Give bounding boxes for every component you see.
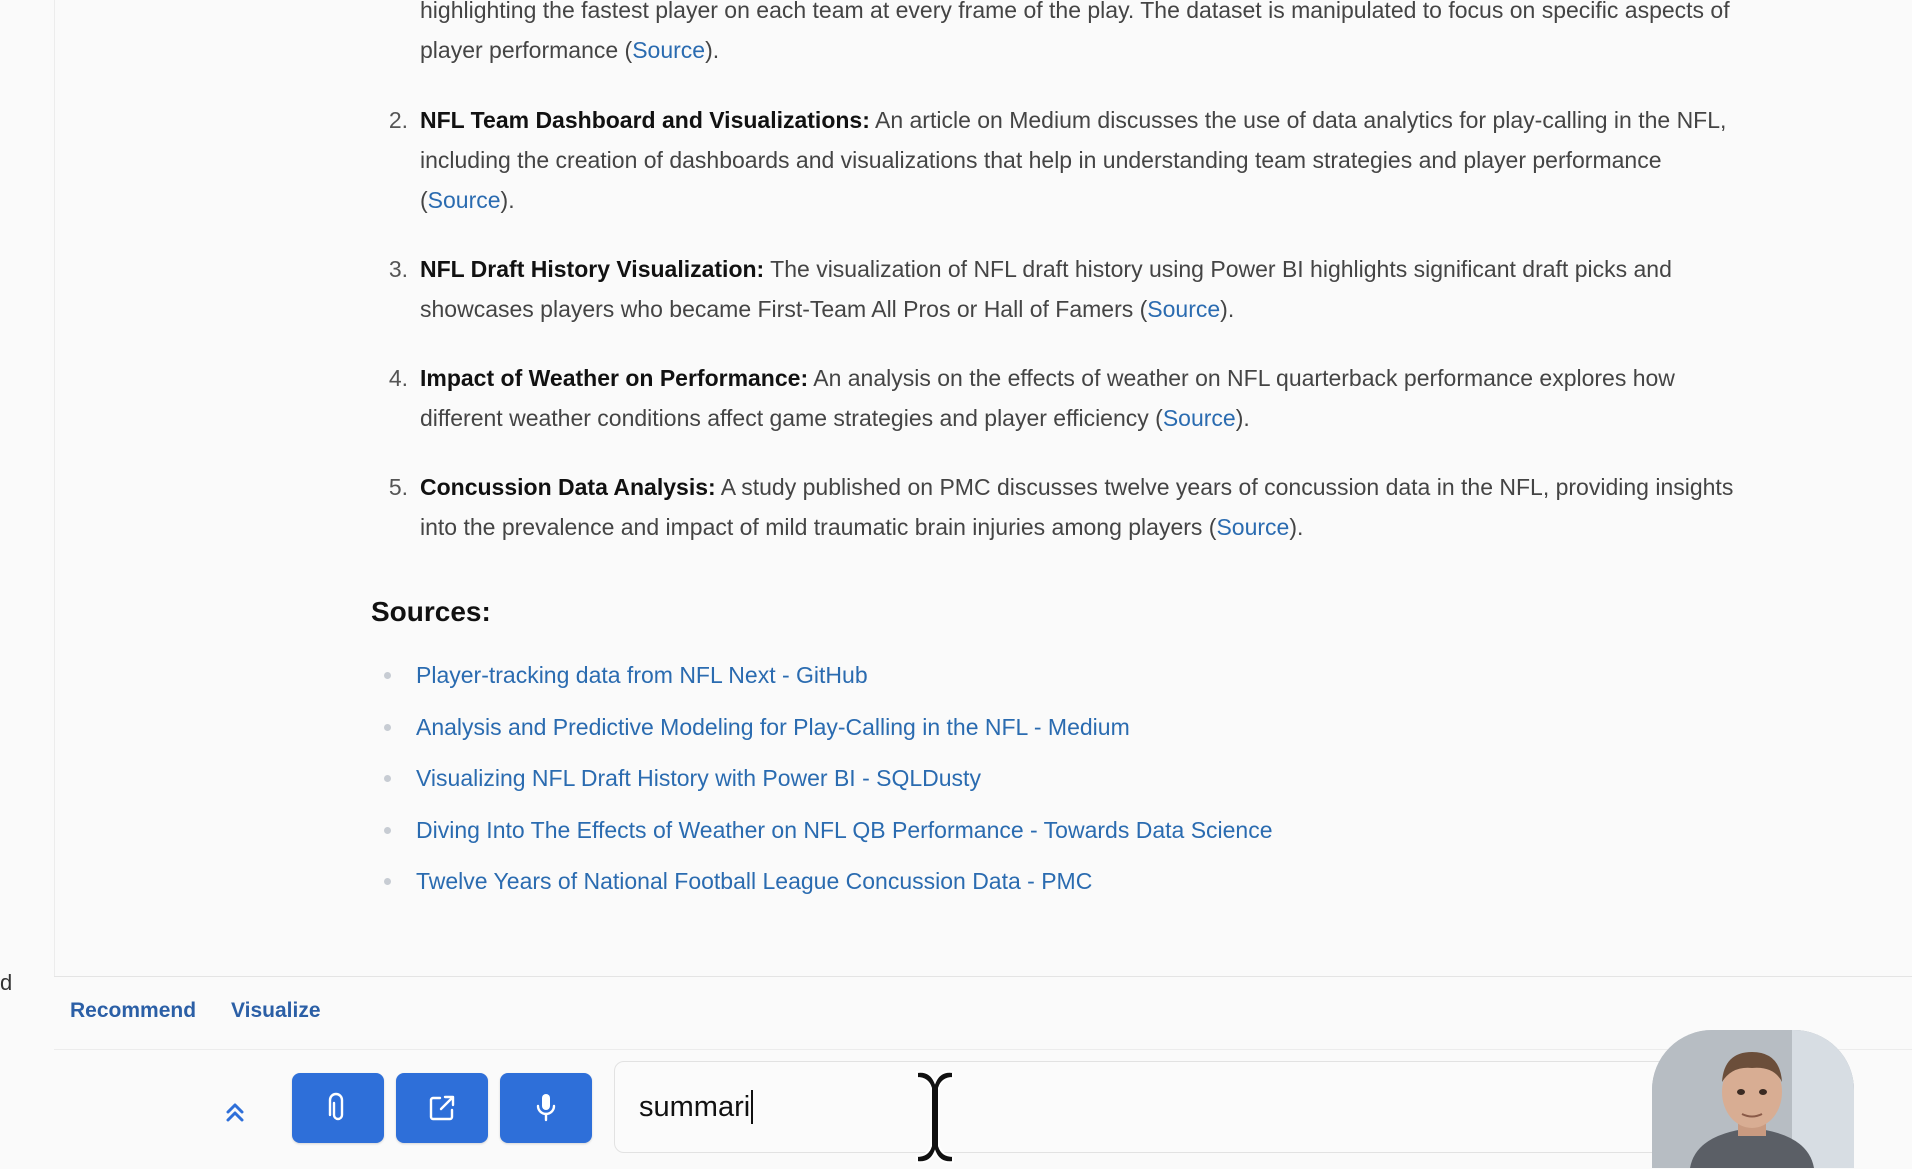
divider (54, 1049, 1912, 1050)
chat-answer: highlighting the fastest player on each … (54, 0, 1912, 976)
voice-input-button[interactable] (500, 1073, 592, 1143)
person-image (1652, 1030, 1854, 1168)
bullet-dot (384, 672, 391, 679)
left-sidebar: d (0, 0, 55, 1168)
list-item-title: NFL Team Dashboard and Visualizations: (420, 107, 870, 133)
source-link[interactable]: Source (632, 37, 705, 63)
tab-visualize[interactable]: Visualize (231, 999, 321, 1023)
bullet-dot (384, 878, 391, 885)
source-link[interactable]: Twelve Years of National Football League… (416, 866, 1092, 896)
chat-input[interactable]: summari (614, 1061, 1694, 1153)
source-link[interactable]: Source (428, 187, 501, 213)
source-link[interactable]: Visualizing NFL Draft History with Power… (416, 763, 981, 793)
source-link[interactable]: Diving Into The Effects of Weather on NF… (416, 815, 1273, 845)
list-item-suffix: ). (1220, 296, 1235, 322)
list-item-title: Concussion Data Analysis: (420, 474, 716, 500)
webcam-overlay (1652, 1030, 1854, 1168)
sources-heading: Sources: (371, 596, 491, 627)
text-caret (751, 1090, 754, 1124)
list-number: 2. (388, 107, 408, 133)
list-item-suffix: ). (705, 37, 720, 63)
list-item-title: Impact of Weather on Performance: (420, 365, 809, 391)
list-item-suffix: ). (1235, 405, 1250, 431)
bullet-dot (384, 827, 391, 834)
list-number: 4. (388, 365, 408, 391)
source-link[interactable]: Source (1216, 514, 1289, 540)
sidebar-partial-text: d (0, 970, 13, 995)
bullet-dot (384, 775, 391, 782)
list-item-suffix: ). (500, 187, 515, 213)
open-external-button[interactable] (396, 1073, 488, 1143)
composer-bar: Recommend Visualize summari (54, 976, 1912, 1169)
list-number: 5. (388, 474, 408, 500)
microphone-icon (536, 1094, 556, 1122)
attach-button[interactable] (292, 1073, 384, 1143)
double-chevron-up-icon[interactable] (220, 1097, 250, 1127)
list-number: 3. (388, 256, 408, 282)
list-item-title: NFL Draft History Visualization: (420, 256, 765, 282)
chat-input-value: summari (639, 1090, 751, 1123)
paperclip-icon (328, 1092, 344, 1121)
source-link[interactable]: Player-tracking data from NFL Next - Git… (416, 660, 868, 690)
list-item-text: highlighting the fastest player on each … (420, 0, 1730, 63)
list-item-suffix: ). (1289, 514, 1304, 540)
source-link[interactable]: Source (1163, 405, 1236, 431)
source-link[interactable]: Analysis and Predictive Modeling for Pla… (416, 712, 1130, 742)
source-link[interactable]: Source (1147, 296, 1220, 322)
tab-recommend[interactable]: Recommend (70, 999, 196, 1023)
bullet-dot (384, 724, 391, 731)
external-link-icon (429, 1095, 455, 1121)
